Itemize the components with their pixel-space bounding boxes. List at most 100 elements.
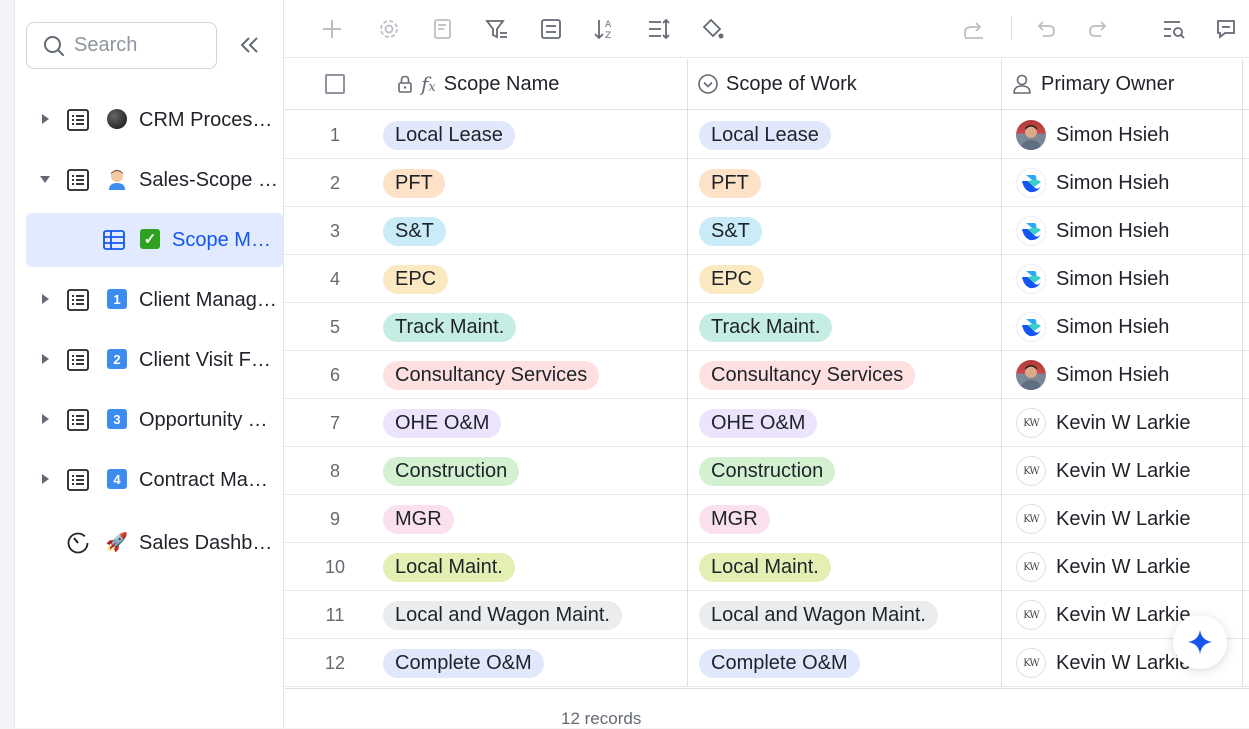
sidebar-item-label: Sales Dashboard (139, 532, 279, 554)
ai-assistant-button[interactable] (1173, 615, 1227, 669)
table-row[interactable]: 6 Consultancy Services Consultancy Service… (285, 351, 1249, 399)
table-row[interactable]: 12 Complete O&M Complete O&M KW Kevin W Lark… (285, 639, 1249, 687)
owner-cell[interactable]: Simon Hsieh (1016, 360, 1169, 390)
grid-footer: 12 records (285, 688, 1249, 728)
row-number: 11 (325, 604, 345, 625)
table-row[interactable]: 2 PFT PFT Simon Hsieh (285, 159, 1249, 207)
sidebar-item[interactable]: CRM Process Overview (26, 93, 283, 147)
find-button[interactable] (1161, 16, 1187, 42)
row-number: 10 (324, 556, 346, 577)
table-row[interactable]: 11 Local and Wagon Maint. Local and Wagon … (285, 591, 1249, 639)
table-row[interactable]: 3 S&T S&T Simon Hsieh (285, 207, 1249, 255)
owner-cell[interactable]: KW Kevin W Larkie (1016, 456, 1191, 486)
caret-right-icon[interactable] (39, 413, 51, 425)
table-row[interactable]: 1 Local Lease Local Lease Simon Hsieh (285, 111, 1249, 159)
sidebar-item[interactable]: 2 Client Visit Form (26, 333, 283, 387)
row-number: 12 (324, 652, 346, 673)
caret-right-icon[interactable] (39, 113, 51, 125)
caret-down-icon[interactable] (39, 173, 51, 185)
fill-color-button[interactable] (700, 16, 726, 42)
scope-name-tag[interactable]: Local and Wagon Maint. (383, 601, 622, 630)
scope-of-work-tag[interactable]: EPC (699, 265, 765, 294)
add-record-button[interactable] (319, 16, 345, 42)
sidebar-item[interactable]: 3 Opportunity Tracker (26, 393, 283, 447)
owner-cell[interactable]: Simon Hsieh (1016, 312, 1169, 342)
scope-name-tag[interactable]: MGR (383, 505, 454, 534)
scope-of-work-tag[interactable]: S&T (699, 217, 762, 246)
search-input[interactable]: Search (26, 22, 217, 69)
caret-right-icon[interactable] (39, 353, 51, 365)
column-header-scope-of-work[interactable]: Scope of Work (687, 59, 1001, 110)
redo-icon (1089, 21, 1107, 37)
undo-button[interactable] (1032, 16, 1058, 42)
owner-cell[interactable]: Simon Hsieh (1016, 168, 1169, 198)
sidebar-item[interactable]: ✓ Scope Master (26, 213, 283, 267)
sidebar-item-label: Contract Management (139, 469, 279, 491)
scope-of-work-tag[interactable]: Construction (699, 457, 836, 486)
owner-cell[interactable]: Simon Hsieh (1016, 264, 1169, 294)
owner-name: Kevin W Larkie (1056, 459, 1191, 482)
table-row[interactable]: 7 OHE O&M OHE O&M KW Kevin W Larkie (285, 399, 1249, 447)
grid-view-icon (103, 230, 125, 250)
share-button[interactable] (961, 16, 987, 42)
scope-name-tag[interactable]: Local Maint. (383, 553, 515, 582)
view-list-button[interactable] (538, 16, 564, 42)
collapse-sidebar-button[interactable] (238, 33, 262, 57)
form-button[interactable] (430, 16, 456, 42)
scope-name-tag[interactable]: Construction (383, 457, 520, 486)
filter-button[interactable] (484, 16, 510, 42)
scope-of-work-tag[interactable]: Consultancy Services (699, 361, 916, 390)
caret-right-icon[interactable] (39, 473, 51, 485)
scope-name-tag[interactable]: Local Lease (383, 121, 515, 150)
sort-button[interactable]: AZ (592, 16, 618, 42)
owner-cell[interactable]: KW Kevin W Larkie (1016, 600, 1191, 630)
table-row[interactable]: 8 Construction Construction KW Kevin W Larki… (285, 447, 1249, 495)
owner-cell[interactable]: KW Kevin W Larkie (1016, 408, 1191, 438)
sidebar-item[interactable]: 4 Contract Management (26, 453, 283, 507)
sidebar-item[interactable]: 🚀 Sales Dashboard (26, 516, 283, 570)
scope-name-tag[interactable]: PFT (383, 169, 445, 198)
scope-name-tag[interactable]: EPC (383, 265, 449, 294)
select-all-checkbox[interactable] (325, 74, 345, 94)
scope-of-work-tag[interactable]: Local and Wagon Maint. (699, 601, 938, 630)
scope-name-tag[interactable]: Track Maint. (383, 313, 517, 342)
scope-of-work-tag[interactable]: Local Lease (699, 121, 831, 150)
scope-of-work-tag[interactable]: OHE O&M (699, 409, 818, 438)
owner-cell[interactable]: Simon Hsieh (1016, 216, 1169, 246)
scope-of-work-tag[interactable]: MGR (699, 505, 770, 534)
scope-of-work-tag[interactable]: PFT (699, 169, 761, 198)
sidebar-item[interactable]: 1 Client Management (26, 273, 283, 327)
single-select-icon (698, 74, 718, 94)
settings-button[interactable] (376, 16, 402, 42)
row-height-button[interactable] (646, 16, 672, 42)
scope-of-work-tag[interactable]: Local Maint. (699, 553, 831, 582)
owner-cell[interactable]: KW Kevin W Larkie (1016, 504, 1191, 534)
owner-cell[interactable]: KW Kevin W Larkie (1016, 648, 1191, 678)
scope-name-tag[interactable]: OHE O&M (383, 409, 502, 438)
gear-icon (380, 20, 398, 38)
comment-icon (1217, 20, 1235, 39)
sort-icon: AZ (594, 20, 612, 41)
sidebar-item[interactable]: Sales-Scope Manager (26, 153, 283, 207)
table-icon (67, 349, 89, 371)
form-icon (434, 19, 451, 39)
row-number: 6 (329, 364, 340, 385)
owner-cell[interactable]: KW Kevin W Larkie (1016, 552, 1191, 582)
scope-name-tag[interactable]: Complete O&M (383, 649, 544, 678)
caret-right-icon[interactable] (39, 293, 51, 305)
table-row[interactable]: 4 EPC EPC Simon Hsieh (285, 255, 1249, 303)
owner-cell[interactable]: Simon Hsieh (1016, 120, 1169, 150)
paint-bucket-icon (702, 18, 724, 39)
scope-of-work-tag[interactable]: Track Maint. (699, 313, 833, 342)
table-row[interactable]: 5 Track Maint. Track Maint. Simon Hsieh (285, 303, 1249, 351)
column-header-scope-name[interactable]: fx Scope Name (385, 59, 687, 110)
scope-name-tag[interactable]: S&T (383, 217, 446, 246)
table-row[interactable]: 10 Local Maint. Local Maint. KW Kevin W Lark… (285, 543, 1249, 591)
scope-name-tag[interactable]: Consultancy Services (383, 361, 600, 390)
avatar: KW (1016, 504, 1046, 534)
table-row[interactable]: 9 MGR MGR KW Kevin W Larkie (285, 495, 1249, 543)
scope-of-work-tag[interactable]: Complete O&M (699, 649, 860, 678)
column-header-primary-owner[interactable]: Primary Owner (1001, 59, 1249, 110)
comments-button[interactable] (1213, 16, 1239, 42)
redo-button[interactable] (1086, 16, 1112, 42)
